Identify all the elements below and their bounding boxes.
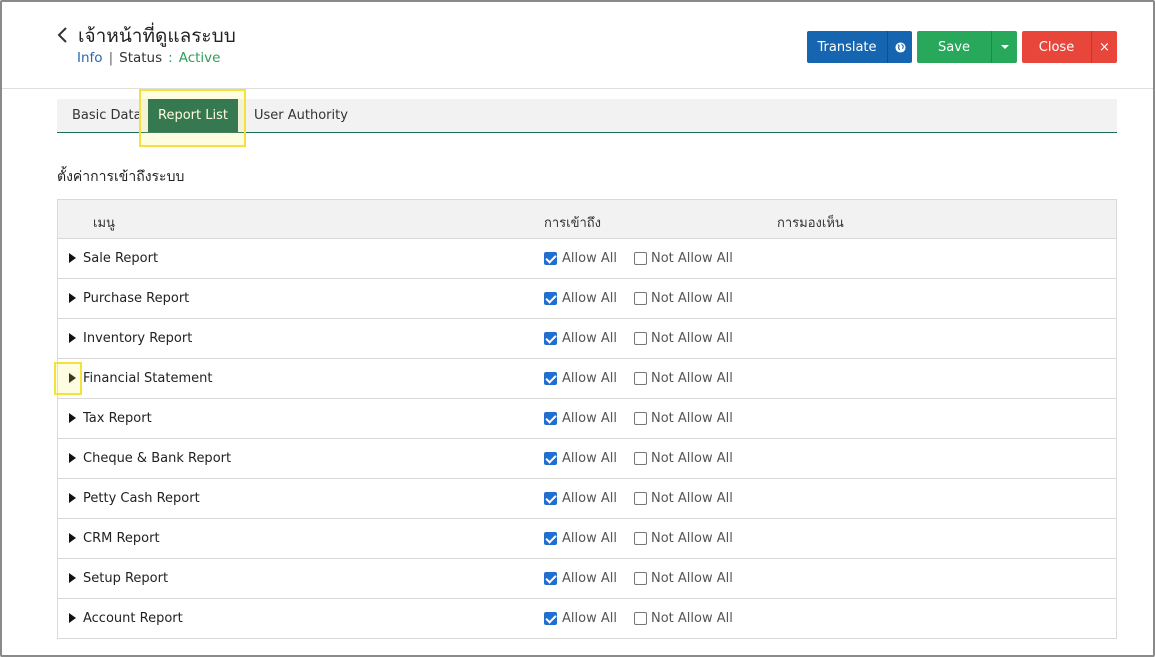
not-allow-all-checkbox[interactable] <box>634 332 647 345</box>
expand-caret-icon[interactable] <box>69 253 76 263</box>
status-badge: Active <box>178 50 221 66</box>
allow-all-checkbox[interactable] <box>544 372 557 385</box>
page-header: เจ้าหน้าที่ดูแลระบบ Info | Status: Active T… <box>0 0 1155 89</box>
table-row: Petty Cash Report Allow All Not Allow All <box>58 479 1116 519</box>
allow-all-label[interactable]: Allow All <box>562 451 617 466</box>
allow-all-checkbox[interactable] <box>544 332 557 345</box>
allow-all-label[interactable]: Allow All <box>562 531 617 546</box>
row-label: Petty Cash Report <box>83 491 200 506</box>
tab-user-authority[interactable]: User Authority <box>254 99 348 132</box>
save-dropdown-button[interactable] <box>991 31 1017 63</box>
not-allow-all-label[interactable]: Not Allow All <box>651 411 733 426</box>
translate-globe-button[interactable] <box>887 31 912 63</box>
allow-all-label[interactable]: Allow All <box>562 251 617 266</box>
not-allow-all-checkbox[interactable] <box>634 572 647 585</box>
table-row: Purchase Report Allow All Not Allow All <box>58 279 1116 319</box>
allow-all-label[interactable]: Allow All <box>562 371 617 386</box>
not-allow-all-checkbox[interactable] <box>634 532 647 545</box>
table-header: เมนู การเข้าถึง การมองเห็น <box>58 200 1116 239</box>
expand-caret-icon[interactable] <box>69 493 76 503</box>
status-colon: : <box>168 50 173 66</box>
expand-caret-icon[interactable] <box>69 613 76 623</box>
tab-report-list[interactable]: Report List <box>148 99 238 132</box>
not-allow-all-checkbox[interactable] <box>634 492 647 505</box>
not-allow-all-checkbox[interactable] <box>634 452 647 465</box>
expand-caret-icon[interactable] <box>69 573 76 583</box>
page-title: เจ้าหน้าที่ดูแลระบบ <box>78 25 236 47</box>
row-label: Account Report <box>83 611 183 626</box>
tab-bar: Basic Data Report List User Authority <box>57 99 1117 133</box>
row-label: Sale Report <box>83 251 159 266</box>
row-label: CRM Report <box>83 531 160 546</box>
table-row: CRM Report Allow All Not Allow All <box>58 519 1116 559</box>
allow-all-checkbox[interactable] <box>544 252 557 265</box>
not-allow-all-checkbox[interactable] <box>634 252 647 265</box>
column-header-visibility: การมองเห็น <box>777 216 844 231</box>
save-button[interactable]: Save <box>917 31 991 63</box>
allow-all-checkbox[interactable] <box>544 612 557 625</box>
chevron-left-icon[interactable] <box>55 25 71 45</box>
table-row: Account Report Allow All Not Allow All <box>58 599 1116 639</box>
allow-all-label[interactable]: Allow All <box>562 571 617 586</box>
not-allow-all-label[interactable]: Not Allow All <box>651 371 733 386</box>
tab-basic-data[interactable]: Basic Data <box>72 99 142 132</box>
column-header-access: การเข้าถึง <box>544 216 602 231</box>
not-allow-all-label[interactable]: Not Allow All <box>651 611 733 626</box>
close-button[interactable]: Close <box>1022 31 1091 63</box>
separator: | <box>108 50 114 66</box>
allow-all-checkbox[interactable] <box>544 492 557 505</box>
expand-caret-icon[interactable] <box>69 333 76 343</box>
allow-all-label[interactable]: Allow All <box>562 291 617 306</box>
row-label: Purchase Report <box>83 291 190 306</box>
status-label: Status <box>119 50 163 66</box>
table-row: Cheque & Bank Report Allow All Not Allow A… <box>58 439 1116 479</box>
expand-caret-icon[interactable] <box>69 373 76 383</box>
not-allow-all-label[interactable]: Not Allow All <box>651 531 733 546</box>
expand-caret-icon[interactable] <box>69 453 76 463</box>
not-allow-all-checkbox[interactable] <box>634 612 647 625</box>
not-allow-all-label[interactable]: Not Allow All <box>651 291 733 306</box>
not-allow-all-checkbox[interactable] <box>634 372 647 385</box>
allow-all-label[interactable]: Allow All <box>562 411 617 426</box>
not-allow-all-label[interactable]: Not Allow All <box>651 331 733 346</box>
expand-caret-icon[interactable] <box>69 533 76 543</box>
not-allow-all-label[interactable]: Not Allow All <box>651 451 733 466</box>
table-row: Tax Report Allow All Not Allow All <box>58 399 1116 439</box>
section-title: ตั้งค่าการเข้าถึงระบบ <box>57 169 185 185</box>
allow-all-checkbox[interactable] <box>544 532 557 545</box>
not-allow-all-checkbox[interactable] <box>634 292 647 305</box>
table-row: Sale Report Allow All Not Allow All <box>58 239 1116 279</box>
column-header-menu: เมนู <box>93 216 115 231</box>
chevron-down-icon <box>1000 45 1009 49</box>
row-label: Setup Report <box>83 571 169 586</box>
row-label: Tax Report <box>83 411 152 426</box>
allow-all-checkbox[interactable] <box>544 452 557 465</box>
allow-all-label[interactable]: Allow All <box>562 491 617 506</box>
permissions-table: เมนู การเข้าถึง การมองเห็น Sale Report Al… <box>57 199 1117 639</box>
row-label: Inventory Report <box>83 331 193 346</box>
allow-all-label[interactable]: Allow All <box>562 331 617 346</box>
allow-all-label[interactable]: Allow All <box>562 611 617 626</box>
allow-all-checkbox[interactable] <box>544 572 557 585</box>
not-allow-all-label[interactable]: Not Allow All <box>651 571 733 586</box>
globe-icon <box>894 41 906 53</box>
status-line: Info | Status: Active <box>77 50 220 66</box>
allow-all-checkbox[interactable] <box>544 412 557 425</box>
expand-caret-icon[interactable] <box>69 413 76 423</box>
translate-button[interactable]: Translate <box>807 31 887 63</box>
table-row: Setup Report Allow All Not Allow All <box>58 559 1116 599</box>
not-allow-all-checkbox[interactable] <box>634 412 647 425</box>
not-allow-all-label[interactable]: Not Allow All <box>651 491 733 506</box>
not-allow-all-label[interactable]: Not Allow All <box>651 251 733 266</box>
table-row: Inventory Report Allow All Not Allow All <box>58 319 1116 359</box>
close-x-button[interactable]: × <box>1091 31 1117 63</box>
allow-all-checkbox[interactable] <box>544 292 557 305</box>
info-link[interactable]: Info <box>77 50 103 66</box>
expand-caret-icon[interactable] <box>69 293 76 303</box>
row-label: Cheque & Bank Report <box>83 451 232 466</box>
row-label: Financial Statement <box>83 371 213 386</box>
table-row: Financial Statement Allow All Not Allow Al… <box>58 359 1116 399</box>
